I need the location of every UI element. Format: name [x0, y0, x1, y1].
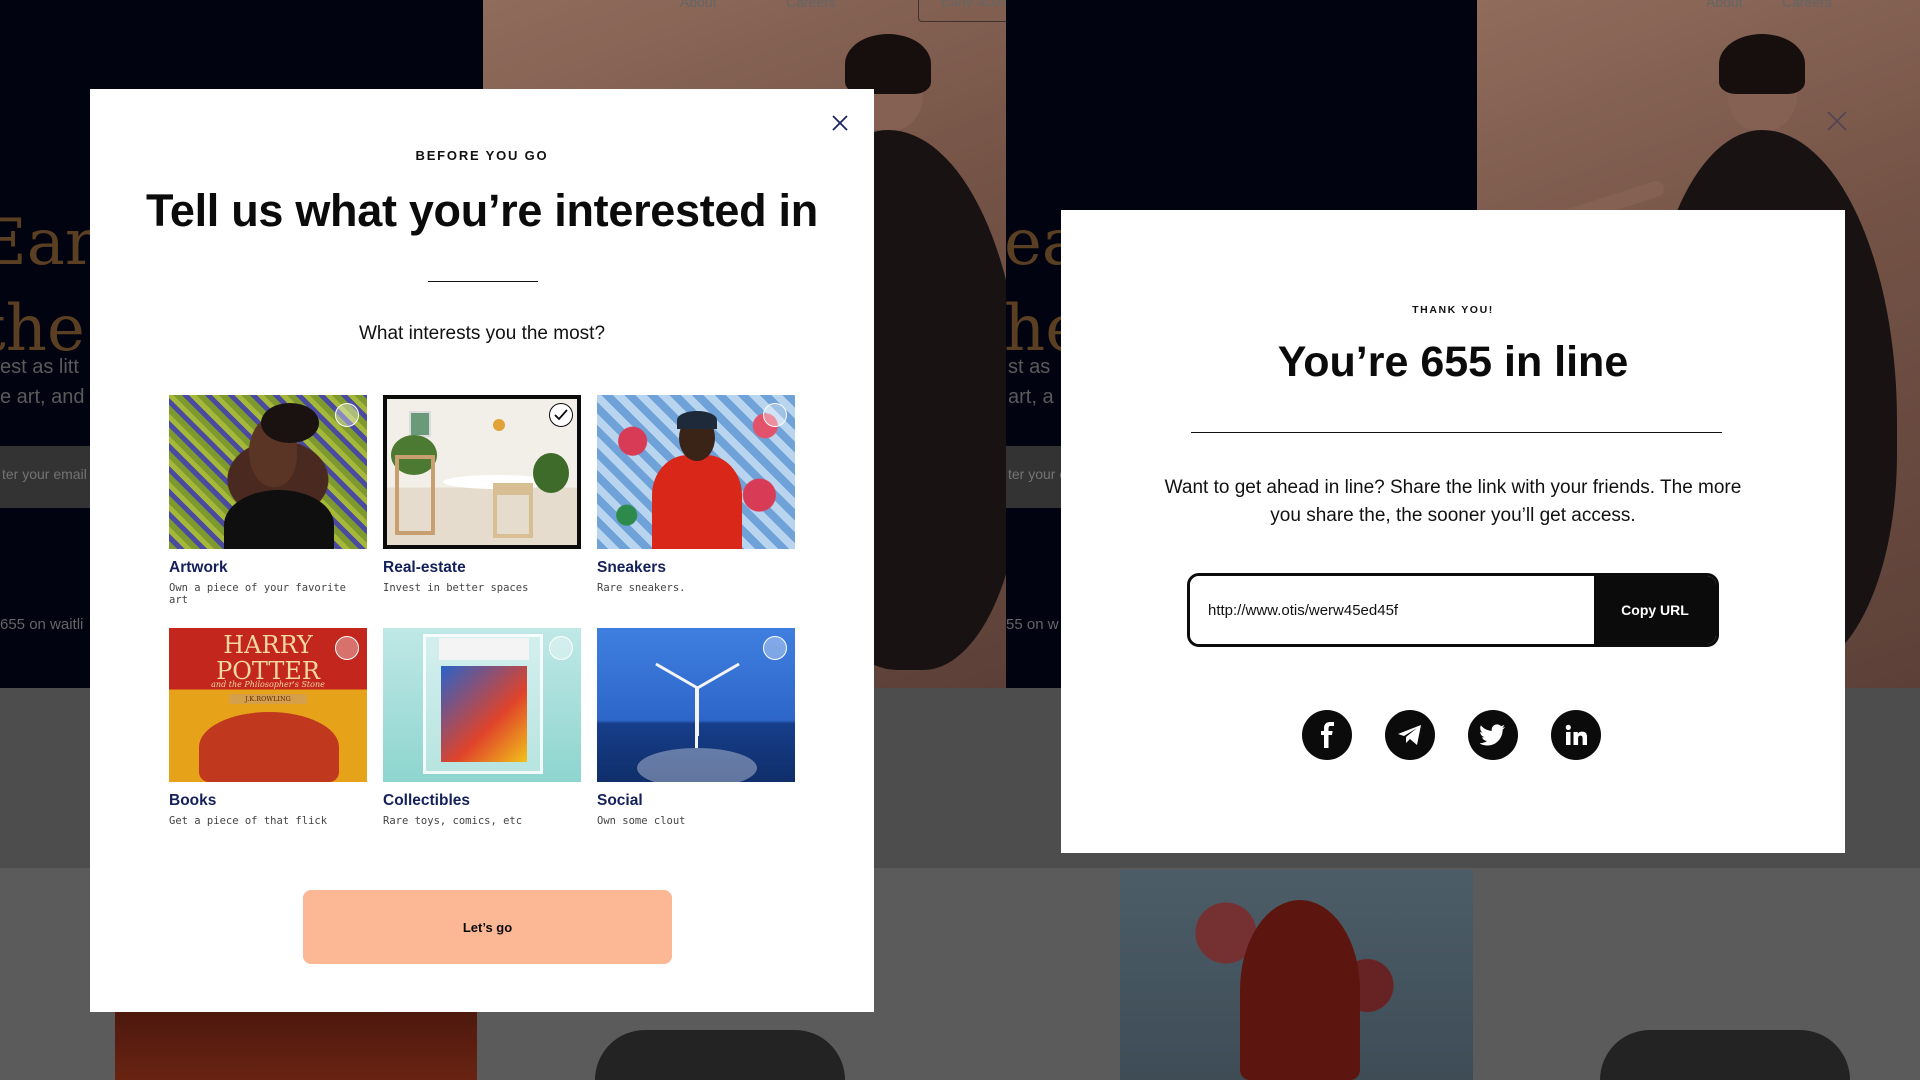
interest-card-label: Social: [597, 792, 643, 809]
book-cover-subtitle: and the Philosopher's Stone: [211, 680, 325, 689]
interest-card-label: Collectibles: [383, 792, 470, 809]
facebook-icon[interactable]: [1302, 710, 1352, 760]
share-url-input[interactable]: [1190, 576, 1594, 644]
queue-position-title: You’re 655 in line: [1277, 338, 1629, 386]
book-cover-line1: HARRY: [223, 631, 313, 659]
checkbox-icon[interactable]: [335, 403, 359, 427]
interest-card-collectibles[interactable]: Collectibles Rare toys, comics, etc: [383, 628, 581, 827]
interest-card-desc: Rare sneakers.: [597, 582, 686, 594]
interest-card-label: Real-estate: [383, 559, 466, 576]
divider: [1191, 432, 1722, 433]
checkmark-icon[interactable]: [549, 403, 573, 427]
lets-go-button[interactable]: Let’s go: [303, 890, 672, 964]
real-estate-thumbnail: [383, 395, 581, 549]
checkbox-icon[interactable]: [763, 636, 787, 660]
book-cover-author: J.K.ROWLING: [229, 694, 307, 704]
social-thumbnail: [597, 628, 795, 782]
modal-eyebrow: THANK YOU!: [1412, 304, 1494, 316]
telegram-icon[interactable]: [1385, 710, 1435, 760]
interest-card-books[interactable]: HARRY POTTER and the Philosopher's Stone …: [169, 628, 367, 827]
twitter-icon[interactable]: [1468, 710, 1518, 760]
books-thumbnail: HARRY POTTER and the Philosopher's Stone …: [169, 628, 367, 782]
interest-card-sneakers[interactable]: Sneakers Rare sneakers.: [597, 395, 795, 594]
interest-card-label: Artwork: [169, 559, 228, 576]
divider: [428, 281, 538, 282]
share-link-box: Copy URL: [1187, 573, 1719, 647]
share-description: Want to get ahead in line? Share the lin…: [1164, 477, 1742, 526]
close-icon[interactable]: [826, 109, 854, 137]
interest-card-real-estate[interactable]: Real-estate Invest in better spaces: [383, 395, 581, 594]
linkedin-icon[interactable]: [1551, 710, 1601, 760]
copy-url-button[interactable]: Copy URL: [1594, 576, 1716, 644]
interest-card-label: Sneakers: [597, 559, 666, 576]
interest-card-desc: Rare toys, comics, etc: [383, 815, 523, 827]
checkbox-icon[interactable]: [763, 403, 787, 427]
interest-card-social[interactable]: Social Own some clout: [597, 628, 795, 827]
interest-card-desc: Invest in better spaces: [383, 582, 529, 594]
interest-card-artwork[interactable]: Artwork Own a piece of your favorite art: [169, 395, 367, 606]
modal-eyebrow: BEFORE YOU GO: [415, 148, 549, 163]
artwork-thumbnail: [169, 395, 367, 549]
interest-card-desc: Own a piece of your favorite art: [169, 582, 347, 606]
interest-card-desc: Get a piece of that flick: [169, 815, 328, 827]
interest-card-label: Books: [169, 792, 217, 809]
interest-card-desc: Own some clout: [597, 815, 686, 827]
sneakers-thumbnail: [597, 395, 795, 549]
thank-you-modal: THANK YOU! You’re 655 in line Want to ge…: [1061, 210, 1845, 853]
modal-title: Tell us what you’re interested in: [146, 185, 818, 236]
checkbox-icon[interactable]: [549, 636, 573, 660]
collectibles-thumbnail: [383, 628, 581, 782]
checkbox-icon[interactable]: [335, 636, 359, 660]
social-share-row: [1302, 710, 1601, 760]
interest-question: What interests you the most?: [358, 323, 606, 344]
close-icon[interactable]: [1826, 110, 1848, 132]
interests-modal: BEFORE YOU GO Tell us what you’re intere…: [90, 89, 874, 1012]
